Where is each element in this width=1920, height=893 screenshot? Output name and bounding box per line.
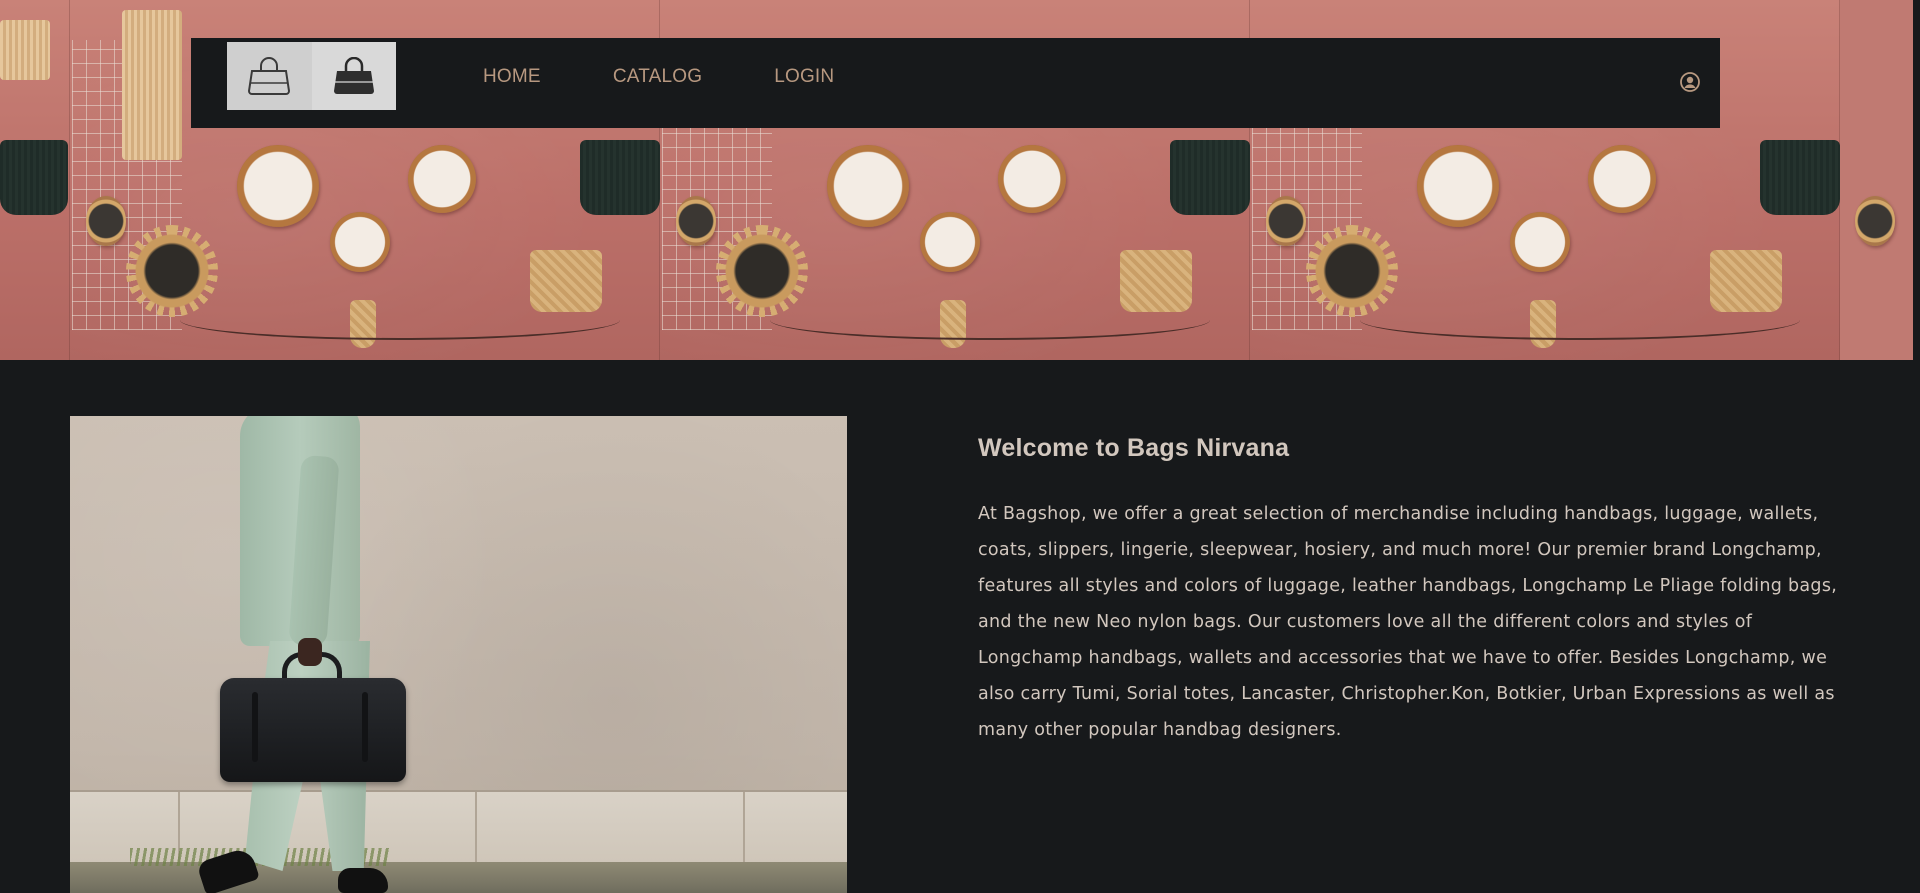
round-mirror <box>1510 212 1570 272</box>
user-circle-icon[interactable] <box>1680 72 1700 92</box>
round-mirror <box>1588 145 1656 213</box>
bunny-mirror <box>86 196 126 246</box>
hanging-cord <box>770 300 1210 340</box>
curb-seam <box>743 792 745 862</box>
person-hand <box>298 638 322 666</box>
straw-bag <box>1710 250 1782 312</box>
featured-photo <box>70 416 847 893</box>
dark-woven-bag <box>1760 140 1840 215</box>
sun-mirror <box>716 225 808 317</box>
straw-bag <box>1120 250 1192 312</box>
bunny-mirror <box>676 196 716 246</box>
round-mirror <box>330 212 390 272</box>
dark-woven-bag <box>1170 140 1250 215</box>
hanging-cord <box>180 300 620 340</box>
hanging-cord <box>1360 300 1800 340</box>
dark-woven-bag <box>580 140 660 215</box>
bunny-mirror <box>1266 196 1306 246</box>
welcome-paragraph: At Bagshop, we offer a great selection o… <box>978 504 1838 740</box>
pavement <box>70 862 847 893</box>
handbag-strap <box>362 692 368 762</box>
round-mirror <box>920 212 980 272</box>
round-mirror <box>237 145 319 227</box>
welcome-heading: Welcome to Bags Nirvana <box>978 434 1290 462</box>
sun-mirror <box>1306 225 1398 317</box>
bunny-mirror <box>1855 196 1895 246</box>
main-nav: HOME CATALOG LOGIN <box>483 38 906 128</box>
page-edge <box>1913 0 1920 893</box>
round-mirror <box>1417 145 1499 227</box>
nav-catalog[interactable]: CATALOG <box>613 66 702 88</box>
handbag-strap <box>252 692 258 762</box>
round-mirror <box>408 145 476 213</box>
round-mirror <box>998 145 1066 213</box>
dark-woven-bag <box>0 140 68 215</box>
curb-seam <box>475 792 477 862</box>
black-shoe <box>338 868 388 893</box>
handbag-outline-icon <box>227 42 312 110</box>
rattan-lamp <box>0 20 50 80</box>
straw-bag <box>530 250 602 312</box>
nav-login[interactable]: LOGIN <box>774 66 834 88</box>
site-logo[interactable] <box>227 42 396 110</box>
nav-home[interactable]: HOME <box>483 66 541 88</box>
handbag-filled-icon <box>311 42 396 110</box>
rattan-lamp <box>122 10 182 160</box>
black-handbag <box>220 678 406 782</box>
top-navbar: HOME CATALOG LOGIN <box>191 38 1720 128</box>
round-mirror <box>827 145 909 227</box>
sun-mirror <box>126 225 218 317</box>
